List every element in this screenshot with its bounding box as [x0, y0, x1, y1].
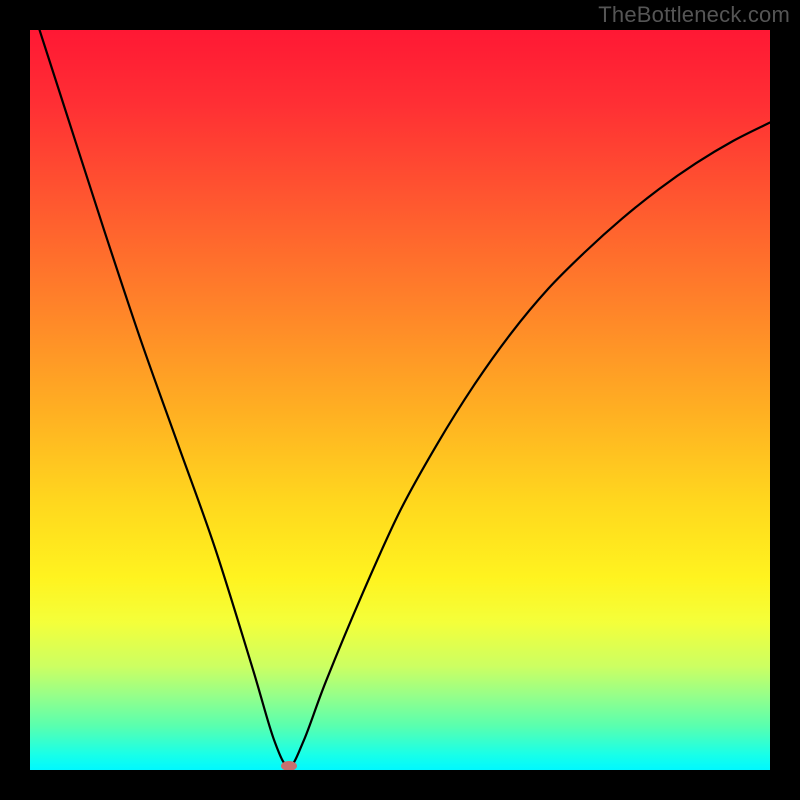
chart-frame: TheBottleneck.com — [0, 0, 800, 800]
watermark-text: TheBottleneck.com — [598, 2, 790, 28]
plot-area — [30, 30, 770, 770]
minimum-marker — [281, 761, 297, 770]
bottleneck-curve — [30, 30, 770, 770]
